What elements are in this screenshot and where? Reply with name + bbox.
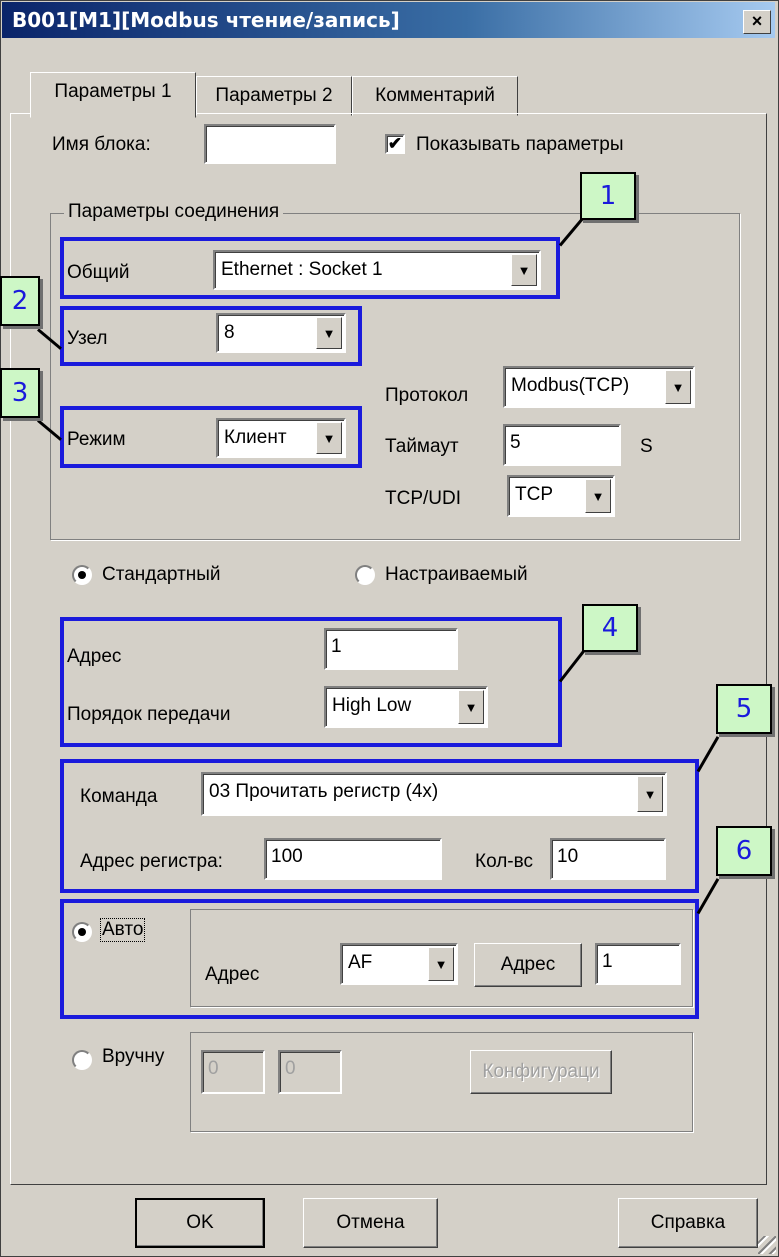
chevron-down-icon[interactable]: ▼ [665, 370, 691, 404]
highlight-box-6 [60, 899, 699, 1019]
callout-4: 4 [582, 604, 638, 652]
manual-label: Вручну [102, 1046, 165, 1067]
highlight-box-5 [60, 759, 699, 893]
callout-5: 5 [716, 684, 772, 734]
chevron-down-icon[interactable]: ▼ [585, 479, 611, 513]
callout-6: 6 [716, 826, 772, 876]
highlight-box-1 [60, 237, 560, 299]
tab-parameters-1[interactable]: Параметры 1 [30, 72, 196, 118]
timeout-unit: S [640, 436, 653, 457]
timeout-label: Таймаут [385, 436, 459, 457]
protocol-combo[interactable]: Modbus(TCP) ▼ [503, 366, 695, 408]
connection-group-label: Параметры соединения [64, 201, 284, 223]
tab-comment[interactable]: Комментарий [352, 76, 518, 116]
standard-radio[interactable] [72, 565, 92, 585]
tcpudp-combo[interactable]: TCP ▼ [507, 475, 615, 517]
close-button[interactable]: × [743, 10, 771, 34]
manual-radio[interactable] [72, 1050, 92, 1070]
tcpudp-label: TCP/UDI [385, 488, 461, 509]
manual-field-2[interactable]: 0 [278, 1050, 342, 1094]
block-name-label: Имя блока: [52, 134, 151, 155]
highlight-box-4 [60, 617, 562, 747]
show-params-label: Показывать параметры [416, 134, 624, 155]
protocol-label: Протокол [385, 385, 469, 406]
help-button[interactable]: Справка [618, 1198, 758, 1248]
block-name-input[interactable] [204, 124, 336, 164]
configuration-button[interactable]: Конфигураци [470, 1050, 612, 1094]
timeout-input[interactable]: 5 [503, 424, 621, 466]
custom-radio[interactable] [355, 565, 375, 585]
manual-groupbox [190, 1032, 693, 1132]
tab-parameters-2[interactable]: Параметры 2 [196, 76, 352, 116]
protocol-value: Modbus(TCP) [511, 375, 630, 396]
tcpudp-value: TCP [515, 484, 553, 505]
standard-label: Стандартный [102, 564, 221, 585]
title-bar[interactable]: B001[M1][Modbus чтение/запись] × [2, 2, 775, 38]
show-params-checkbox[interactable]: ✔ [385, 134, 405, 154]
custom-label: Настраиваемый [385, 564, 528, 585]
cancel-button[interactable]: Отмена [303, 1198, 438, 1248]
callout-1: 1 [580, 172, 636, 220]
window-title: B001[M1][Modbus чтение/запись] [12, 8, 400, 32]
ok-button[interactable]: OK [135, 1198, 265, 1248]
callout-2: 2 [0, 276, 40, 326]
highlight-box-3 [60, 406, 362, 468]
manual-field-1[interactable]: 0 [201, 1050, 265, 1094]
callout-3: 3 [0, 368, 40, 418]
resize-grip-icon[interactable] [758, 1236, 776, 1254]
highlight-box-2 [60, 306, 362, 366]
